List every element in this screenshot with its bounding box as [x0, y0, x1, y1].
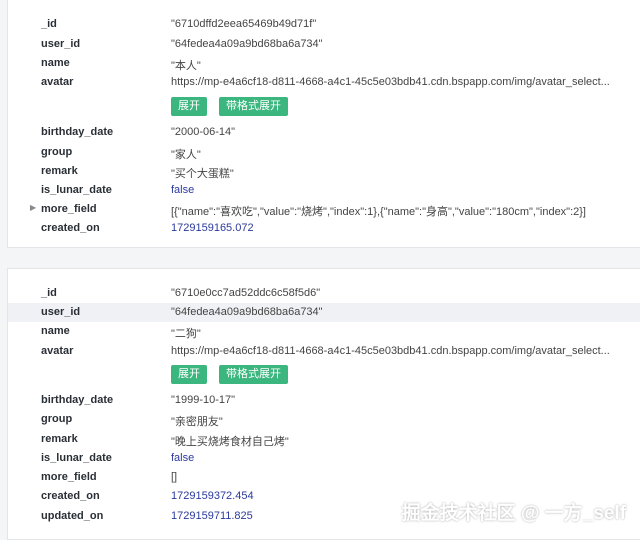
field-row-more-field[interactable]: ▶ more_field [{"name":"喜欢吃","value":"烧烤"…	[8, 200, 640, 219]
field-key: group	[41, 413, 73, 425]
field-row-more-field[interactable]: more_field []	[8, 468, 640, 487]
field-value: "64fedea4a09a9bd68ba6a734"	[171, 38, 323, 50]
field-row-created-on[interactable]: created_on 1729159165.072	[8, 219, 640, 238]
field-key: _id	[41, 287, 57, 299]
field-row-avatar[interactable]: avatar https://mp-e4a6cf18-d811-4668-a4c…	[8, 342, 640, 361]
field-value: "家人"	[171, 149, 201, 161]
field-value: 1729159372.454	[171, 490, 254, 502]
field-value: "6710dffd2eea65469b49d71f"	[171, 18, 317, 30]
field-key: _id	[41, 18, 57, 30]
field-row-remark[interactable]: remark "买个大蛋糕"	[8, 162, 640, 181]
field-key: more_field	[41, 471, 97, 483]
field-key: birthday_date	[41, 394, 114, 406]
field-row-id[interactable]: _id "6710e0cc7ad52ddc6c58f5d6"	[8, 284, 640, 303]
field-value: [{"name":"喜欢吃","value":"烧烤","index":1},{…	[171, 206, 586, 218]
field-row-user-id[interactable]: user_id "64fedea4a09a9bd68ba6a734"	[8, 303, 640, 322]
field-key: is_lunar_date	[41, 452, 112, 464]
field-row-birthday-date[interactable]: birthday_date "2000-06-14"	[8, 123, 640, 142]
field-key: is_lunar_date	[41, 184, 112, 196]
field-row-is-lunar-date[interactable]: is_lunar_date false	[8, 449, 640, 468]
field-key: created_on	[41, 222, 100, 234]
field-value: "晚上买烧烤食材自己烤"	[171, 436, 289, 448]
field-value: 1729159165.072	[171, 222, 254, 234]
field-row-user-id[interactable]: user_id "64fedea4a09a9bd68ba6a734"	[8, 35, 640, 54]
field-key: remark	[41, 433, 78, 445]
format-expand-button[interactable]: 带格式展开	[219, 97, 288, 116]
field-key: more_field	[41, 203, 97, 215]
field-value: "6710e0cc7ad52ddc6c58f5d6"	[171, 287, 321, 299]
format-expand-button[interactable]: 带格式展开	[219, 365, 288, 384]
field-row-name[interactable]: name "本人"	[8, 54, 640, 73]
field-key: birthday_date	[41, 126, 114, 138]
field-row-is-lunar-date[interactable]: is_lunar_date false	[8, 181, 640, 200]
field-key: created_on	[41, 490, 100, 502]
field-value: "1999-10-17"	[171, 394, 236, 406]
field-key: avatar	[41, 76, 74, 88]
field-value: "买个大蛋糕"	[171, 168, 234, 180]
field-key: user_id	[41, 306, 81, 318]
field-key: updated_on	[41, 510, 104, 522]
expand-button[interactable]: 展开	[171, 97, 207, 116]
expand-button[interactable]: 展开	[171, 365, 207, 384]
document-card-1: _id "6710dffd2eea65469b49d71f" user_id "…	[7, 0, 640, 248]
field-value: "2000-06-14"	[171, 126, 236, 138]
expand-arrow-icon[interactable]: ▶	[30, 203, 36, 212]
field-row-avatar[interactable]: avatar https://mp-e4a6cf18-d811-4668-a4c…	[8, 73, 640, 92]
field-value: "亲密朋友"	[171, 416, 223, 428]
watermark: 掘金技术社区 @ 一方_self	[401, 503, 626, 524]
field-key: group	[41, 146, 73, 158]
field-key: name	[41, 325, 70, 337]
field-value: false	[171, 184, 195, 196]
field-row-group[interactable]: group "家人"	[8, 143, 640, 162]
field-value: false	[171, 452, 195, 464]
field-value: https://mp-e4a6cf18-d811-4668-a4c1-45c5e…	[171, 76, 610, 88]
field-key: avatar	[41, 345, 74, 357]
field-key: remark	[41, 165, 78, 177]
field-row-group[interactable]: group "亲密朋友"	[8, 410, 640, 429]
field-value: 1729159711.825	[171, 510, 253, 522]
field-value: "本人"	[171, 60, 201, 72]
field-row-id[interactable]: _id "6710dffd2eea65469b49d71f"	[8, 15, 640, 34]
field-key: name	[41, 57, 70, 69]
field-value: "二狗"	[171, 328, 201, 340]
field-row-name[interactable]: name "二狗"	[8, 322, 640, 341]
field-value: []	[171, 471, 178, 483]
field-row-birthday-date[interactable]: birthday_date "1999-10-17"	[8, 391, 640, 410]
field-key: user_id	[41, 38, 81, 50]
field-row-remark[interactable]: remark "晚上买烧烤食材自己烤"	[8, 430, 640, 449]
field-value: https://mp-e4a6cf18-d811-4668-a4c1-45c5e…	[171, 345, 610, 357]
field-value: "64fedea4a09a9bd68ba6a734"	[171, 306, 323, 318]
